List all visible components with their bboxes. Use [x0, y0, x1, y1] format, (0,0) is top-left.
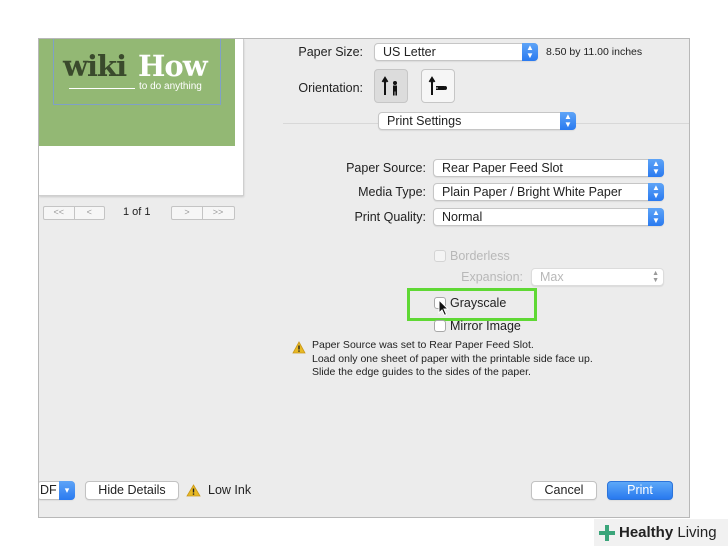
print-quality-select[interactable]: Normal ▲ ▼: [433, 208, 664, 226]
page-preview: wiki How to do anything: [39, 39, 244, 196]
print-quality-stepper-icon: ▲ ▼: [648, 208, 664, 226]
pager-next-button[interactable]: >: [172, 207, 202, 219]
low-ink-warning-icon: [186, 484, 201, 497]
mirror-image-label: Mirror Image: [450, 319, 521, 333]
paper-source-notice: Paper Source was set to Rear Paper Feed …: [312, 339, 593, 380]
borderless-checkbox[interactable]: [434, 250, 446, 262]
paper-source-label: Paper Source:: [346, 161, 426, 175]
pdf-chevron-icon: ▾: [59, 481, 75, 500]
media-type-label: Media Type:: [358, 185, 426, 199]
paper-source-value: Rear Paper Feed Slot: [442, 161, 563, 175]
hide-details-button[interactable]: Hide Details: [85, 481, 179, 500]
healthy-cross-icon: [599, 525, 615, 541]
media-type-select[interactable]: Plain Paper / Bright White Paper ▲ ▼: [433, 183, 664, 201]
page-count: 1 of 1: [123, 206, 151, 218]
paper-size-label: Paper Size:: [298, 45, 363, 59]
paper-source-select[interactable]: Rear Paper Feed Slot ▲ ▼: [433, 159, 664, 177]
logo-tagline: to do anything: [139, 81, 202, 92]
logo-wiki-text: wiki: [63, 49, 127, 83]
watermark-text: Healthy Living: [619, 524, 717, 541]
paper-size-dimensions: 8.50 by 11.00 inches: [546, 46, 643, 58]
expansion-value: Max: [540, 270, 564, 284]
print-quality-label: Print Quality:: [354, 210, 426, 224]
healthy-living-watermark: Healthy Living: [594, 519, 728, 546]
expansion-label: Expansion:: [461, 270, 523, 284]
notice-line-1: Paper Source was set to Rear Paper Feed …: [312, 339, 534, 351]
watermark-light: Living: [673, 524, 717, 541]
logo-how-text: How: [138, 49, 208, 83]
orientation-landscape-button[interactable]: [421, 69, 455, 103]
pager-prev-button[interactable]: <: [73, 207, 105, 219]
grayscale-highlight-box: [407, 288, 537, 321]
warning-icon: [292, 341, 306, 354]
landscape-icon: [428, 76, 447, 95]
logo-underline: [69, 88, 135, 89]
mouse-cursor-icon: [438, 299, 450, 317]
pdf-menu-button[interactable]: DF ▾: [39, 481, 75, 500]
paper-size-value: US Letter: [383, 45, 436, 59]
section-select-value: Print Settings: [387, 114, 462, 128]
cancel-button[interactable]: Cancel: [531, 481, 597, 500]
print-dialog: wiki How to do anything << < 1 of 1 > >> P…: [38, 38, 690, 518]
paper-size-select[interactable]: US Letter ▲ ▼: [374, 43, 538, 61]
media-type-stepper-icon: ▲ ▼: [648, 183, 664, 201]
pager-back-group: << <: [43, 206, 105, 220]
orientation-label: Orientation:: [298, 81, 363, 95]
pager-forward-group: > >>: [171, 206, 235, 220]
orientation-portrait-button[interactable]: [374, 69, 408, 103]
notice-line-3: Slide the edge guides to the sides of th…: [312, 366, 531, 378]
expansion-select[interactable]: Max ▲ ▼: [531, 268, 664, 286]
borderless-label: Borderless: [450, 249, 510, 263]
mirror-image-checkbox[interactable]: [434, 320, 446, 332]
print-settings-section-select[interactable]: Print Settings ▲ ▼: [378, 112, 576, 130]
notice-line-2: Load only one sheet of paper with the pr…: [312, 352, 593, 365]
section-stepper-icon: ▲ ▼: [560, 112, 576, 130]
paper-source-stepper-icon: ▲ ▼: [648, 159, 664, 177]
pdf-label: DF: [40, 483, 57, 497]
expansion-stepper-icon: ▲ ▼: [652, 270, 659, 284]
media-type-value: Plain Paper / Bright White Paper: [442, 185, 622, 199]
pager-first-button[interactable]: <<: [44, 207, 74, 219]
print-button[interactable]: Print: [607, 481, 673, 500]
pager-last-button[interactable]: >>: [202, 207, 233, 219]
portrait-icon: [381, 76, 397, 96]
print-quality-value: Normal: [442, 210, 483, 224]
low-ink-label: Low Ink: [208, 483, 252, 497]
paper-size-stepper-icon: ▲ ▼: [522, 43, 538, 61]
watermark-bold: Healthy: [619, 524, 674, 541]
